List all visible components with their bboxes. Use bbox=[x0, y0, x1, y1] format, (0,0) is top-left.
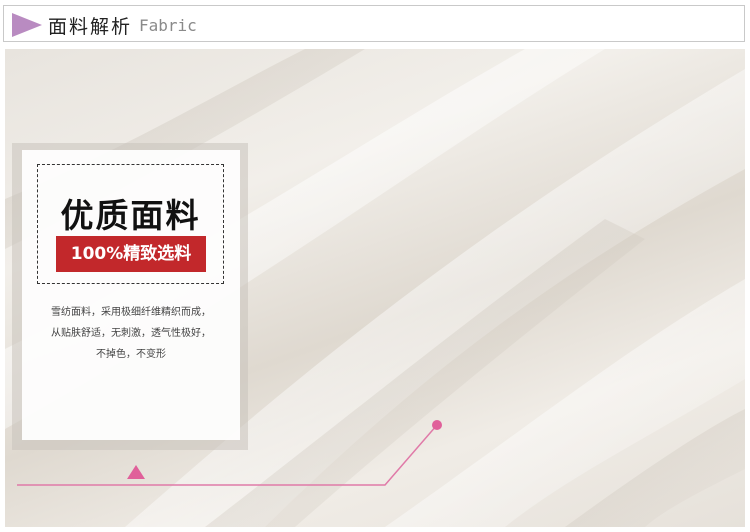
description: 雪纺面料，采用极细纤维精织而成， 从贴肤舒适，无刺激，透气性极好， 不掉色，不变… bbox=[22, 302, 240, 365]
description-line: 雪纺面料，采用极细纤维精织而成， bbox=[51, 307, 211, 318]
section-title: 面料解析 bbox=[48, 16, 133, 38]
triangle-marker-icon bbox=[127, 465, 145, 479]
description-line: 不掉色，不变形 bbox=[96, 349, 166, 360]
play-triangle-icon bbox=[12, 13, 42, 37]
description-line: 从贴肤舒适，无刺激，透气性极好， bbox=[51, 328, 211, 339]
headline-box: 优质面料 100%精致选料 bbox=[37, 164, 224, 284]
dot-marker-icon bbox=[432, 420, 442, 430]
section-subtitle: Fabric bbox=[139, 16, 197, 35]
badge: 100%精致选料 bbox=[56, 236, 206, 272]
headline: 优质面料 bbox=[60, 196, 201, 235]
section-header: 面料解析 Fabric bbox=[3, 5, 745, 42]
